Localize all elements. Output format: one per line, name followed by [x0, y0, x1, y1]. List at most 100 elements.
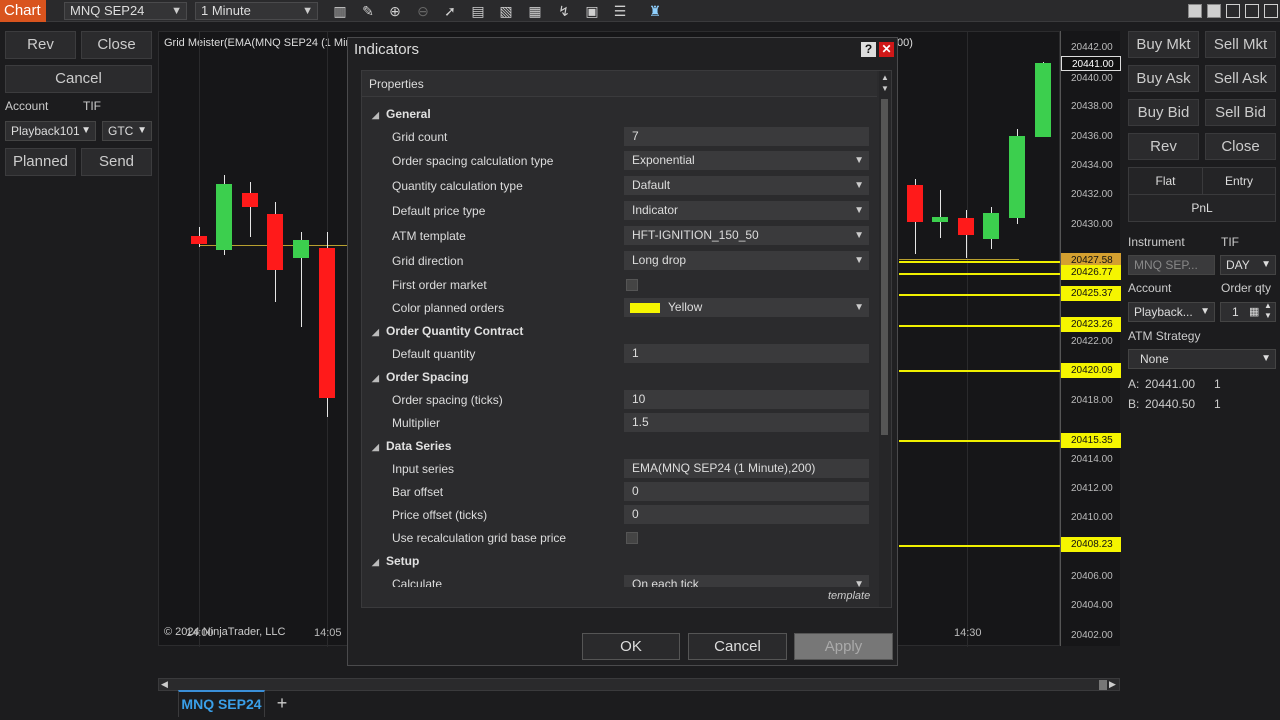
instrument-selector[interactable]: MNQ SEP24 ▼ [64, 2, 187, 20]
account-select[interactable]: Playback101 ▼ [5, 121, 96, 141]
sell-market-button[interactable]: Sell Mkt [1205, 31, 1276, 58]
scroll-thumb[interactable] [1099, 680, 1107, 690]
apply-button[interactable]: Apply [794, 633, 893, 660]
cancel-button[interactable]: Cancel [688, 633, 787, 660]
color-planned-select[interactable]: Yellow ▼ [624, 298, 869, 317]
dialog-close-button[interactable]: ✕ [879, 42, 894, 57]
y-tick: 20410.00 [1071, 512, 1113, 523]
collapse-icon: ◢ [372, 442, 379, 452]
scroll-left-icon[interactable]: ◀ [161, 679, 168, 690]
cancel-orders-button[interactable]: Cancel [5, 65, 152, 93]
section-order-quantity[interactable]: ◢ Order Quantity Contract [372, 324, 523, 338]
properties-header: Properties [362, 71, 877, 97]
zoom-in-icon[interactable]: ⊕ [386, 2, 404, 20]
order-qty-input[interactable]: 1 ▦ ▲ ▼ [1220, 301, 1276, 322]
tab-mnq-sep24[interactable]: MNQ SEP24 [178, 690, 265, 717]
price-offset-input[interactable]: 0 [624, 505, 869, 524]
ema-line [899, 259, 1019, 260]
scroll-up-icon[interactable]: ▲ [881, 73, 889, 82]
calculator-icon[interactable]: ▦ [1249, 303, 1259, 321]
sell-bid-button[interactable]: Sell Bid [1205, 99, 1276, 126]
order-spacing-calc-label: Order spacing calculation type [392, 154, 554, 168]
instrument-label: Instrument [1128, 235, 1185, 249]
grid-level-line [899, 325, 1061, 327]
calculate-select[interactable]: On each tick ▼ [624, 575, 869, 587]
vertical-scrollbar[interactable]: ▲ ▼ [879, 71, 891, 607]
atm-template-select[interactable]: HFT-IGNITION_150_50 ▼ [624, 226, 869, 245]
grid-direction-select[interactable]: Long drop ▼ [624, 251, 869, 270]
section-order-spacing[interactable]: ◢ Order Spacing [372, 370, 469, 384]
tif-select[interactable]: GTC ▼ [102, 121, 152, 141]
y-tick: 20414.00 [1071, 454, 1113, 465]
indicators-icon[interactable]: ▦ [526, 2, 544, 20]
section-data-series[interactable]: ◢ Data Series [372, 439, 451, 453]
order-spacing-calc-value: Exponential [632, 153, 695, 167]
templates-icon[interactable]: ▣ [583, 2, 601, 20]
minimize-icon[interactable] [1226, 4, 1240, 18]
help-button[interactable]: ? [861, 42, 876, 57]
price-axis[interactable]: 20442.00 20440.00 20438.00 20436.00 2043… [1060, 31, 1121, 646]
section-general[interactable]: ◢ General [372, 107, 431, 121]
buy-ask-button[interactable]: Buy Ask [1128, 65, 1199, 92]
instrument-selector-value: MNQ SEP24 [70, 3, 145, 18]
template-link[interactable]: template [828, 590, 870, 602]
instrument-select[interactable]: MNQ SEP... [1128, 255, 1215, 275]
close-position-button[interactable]: Close [81, 31, 152, 59]
interval-selector[interactable]: 1 Minute ▼ [195, 2, 318, 20]
default-quantity-label: Default quantity [392, 347, 476, 361]
bar-type-icon[interactable]: ▥ [331, 2, 349, 20]
ok-button[interactable]: OK [582, 633, 680, 660]
pointer-icon[interactable]: ➚ [441, 2, 459, 20]
multiplier-input[interactable]: 1.5 [624, 413, 869, 432]
close-button-right[interactable]: Close [1205, 133, 1276, 160]
window-tile-icon[interactable] [1188, 4, 1202, 18]
bar-offset-input[interactable]: 0 [624, 482, 869, 501]
scroll-thumb[interactable] [881, 99, 888, 435]
chart-trader-icon[interactable]: ▧ [497, 2, 515, 20]
grid-level-line [899, 261, 1061, 263]
basket-icon[interactable]: ♜ [646, 2, 664, 20]
planned-button[interactable]: Planned [5, 148, 76, 176]
quantity-calc-value: Dafault [632, 178, 671, 192]
horizontal-scrollbar[interactable]: ◀ ▶ [158, 678, 1120, 691]
default-quantity-input[interactable]: 1 [624, 344, 869, 363]
default-price-type-select[interactable]: Indicator ▼ [624, 201, 869, 220]
quantity-calc-select[interactable]: Dafault ▼ [624, 176, 869, 195]
instrument-select-value: MNQ SEP... [1134, 258, 1198, 272]
first-order-market-label: First order market [392, 278, 487, 292]
rev-button-right[interactable]: Rev [1128, 133, 1199, 160]
order-spacing-ticks-label: Order spacing (ticks) [392, 393, 503, 407]
scroll-right-icon[interactable]: ▶ [1109, 679, 1116, 690]
tif-select-right[interactable]: DAY ▼ [1220, 255, 1276, 275]
use-recalc-checkbox[interactable] [626, 532, 638, 544]
account-label-right: Account [1128, 281, 1172, 295]
strategies-icon[interactable]: ↯ [555, 2, 573, 20]
order-spacing-calc-select[interactable]: Exponential ▼ [624, 151, 869, 170]
buy-market-button[interactable]: Buy Mkt [1128, 31, 1199, 58]
sell-ask-button[interactable]: Sell Ask [1205, 65, 1276, 92]
drawing-tool-icon[interactable]: ✎ [359, 2, 377, 20]
use-recalc-label: Use recalculation grid base price [392, 531, 567, 545]
first-order-market-checkbox[interactable] [626, 279, 638, 291]
atm-strategy-select[interactable]: None ▼ [1128, 349, 1276, 369]
interval-selector-value: 1 Minute [201, 3, 251, 18]
order-spacing-ticks-input[interactable]: 10 [624, 390, 869, 409]
maximize-icon[interactable] [1245, 4, 1259, 18]
zoom-out-icon[interactable]: ⊖ [414, 2, 432, 20]
properties-icon[interactable]: ☰ [611, 2, 629, 20]
rev-button[interactable]: Rev [5, 31, 76, 59]
section-setup[interactable]: ◢ Setup [372, 554, 419, 568]
tif-select-right-value: DAY [1226, 258, 1250, 272]
buy-bid-button[interactable]: Buy Bid [1128, 99, 1199, 126]
account-select-right[interactable]: Playback... ▼ [1128, 302, 1215, 322]
scroll-down-icon[interactable]: ▼ [881, 84, 889, 93]
chart-tab[interactable]: Chart [0, 0, 46, 22]
grid-count-input[interactable]: 7 [624, 127, 869, 146]
close-window-icon[interactable] [1264, 4, 1278, 18]
window-link-icon[interactable] [1207, 4, 1221, 18]
input-series-input[interactable]: EMA(MNQ SEP24 (1 Minute),200) [624, 459, 869, 478]
qty-spinner-icon[interactable]: ▲ ▼ [1264, 301, 1272, 321]
send-button[interactable]: Send [81, 148, 152, 176]
data-box-icon[interactable]: ▤ [469, 2, 487, 20]
add-tab-button[interactable]: + [272, 693, 292, 713]
